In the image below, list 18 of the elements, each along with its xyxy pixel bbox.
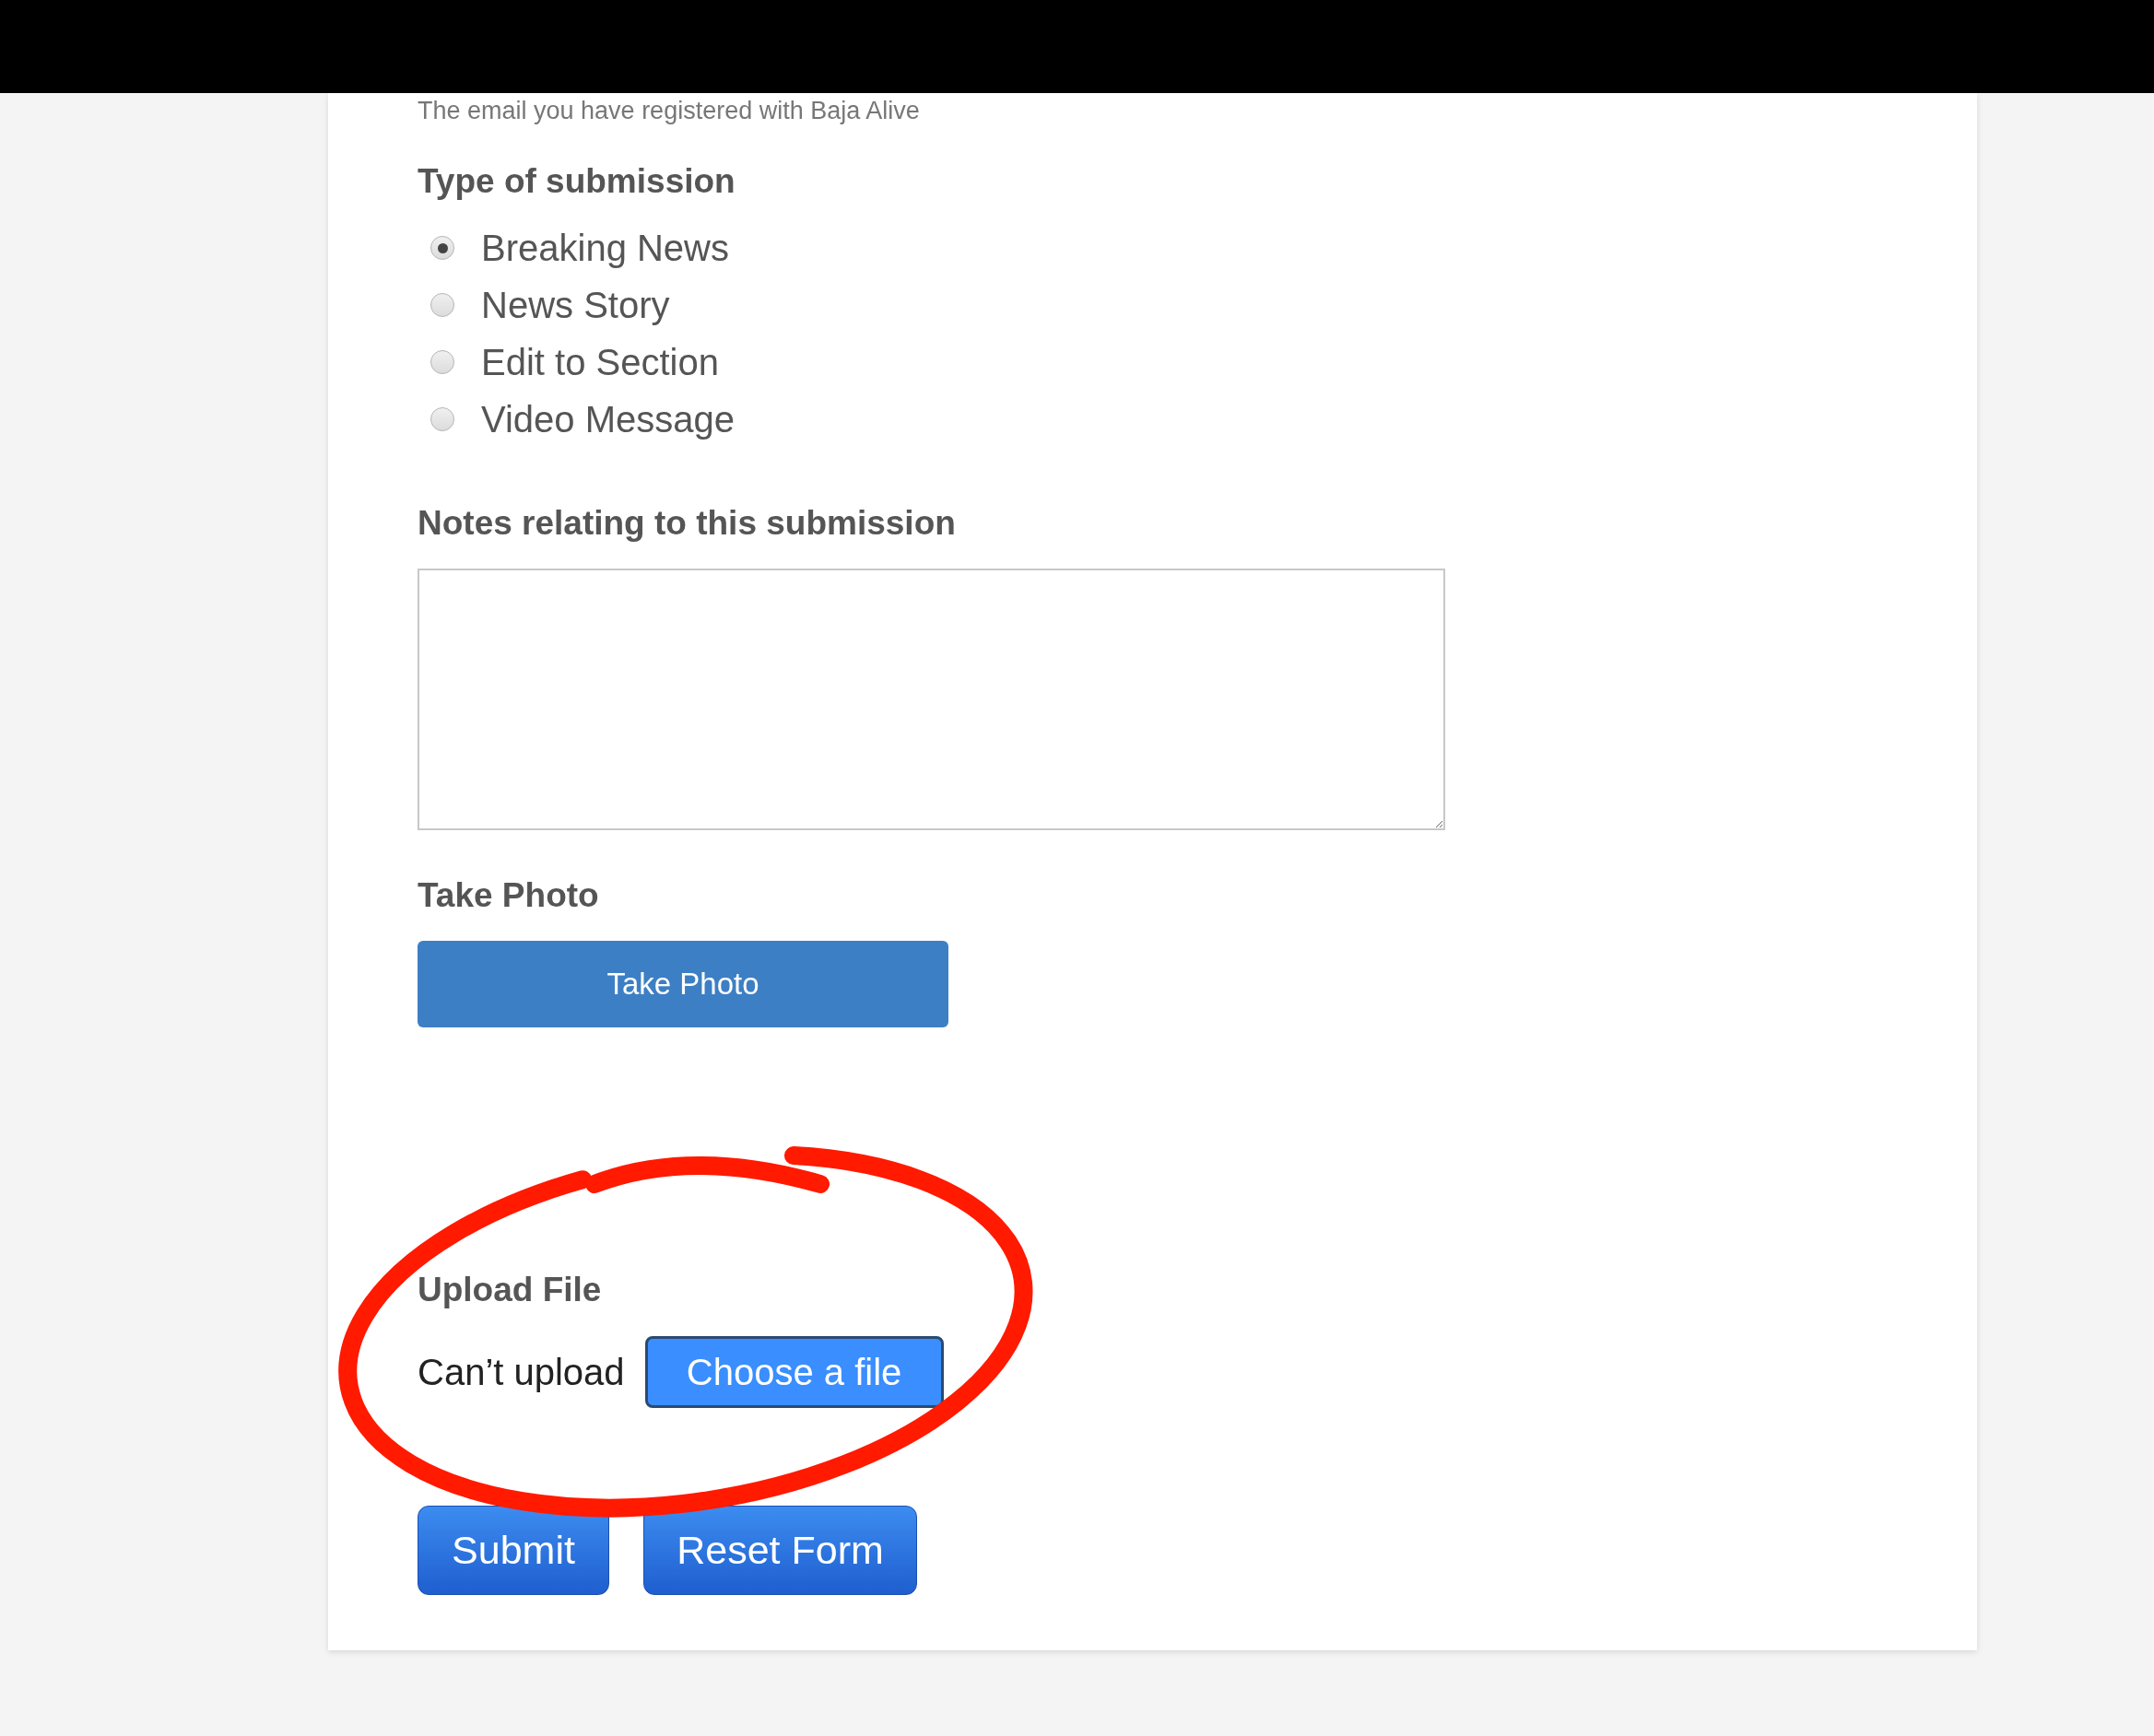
- radio-label[interactable]: Edit to Section: [481, 341, 719, 383]
- radio-button[interactable]: [430, 350, 454, 374]
- radio-button[interactable]: [430, 293, 454, 317]
- section-heading: Upload File: [418, 1270, 602, 1310]
- radio-button[interactable]: [430, 236, 454, 260]
- section-heading: Notes relating to this submission: [418, 503, 956, 544]
- upload-status-text: Can’t upload: [418, 1351, 625, 1393]
- radio-label[interactable]: News Story: [481, 284, 670, 326]
- helper-text: The email you have registered with Baja Alive: [418, 96, 920, 126]
- radio-label[interactable]: Breaking News: [481, 227, 729, 269]
- notes-field[interactable]: [418, 569, 1445, 830]
- reset-button[interactable]: Reset Form: [643, 1506, 917, 1595]
- radio-button[interactable]: [430, 407, 454, 431]
- take-photo-button[interactable]: Take Photo: [418, 941, 948, 1027]
- submit-button[interactable]: Submit: [418, 1506, 609, 1595]
- section-heading: Type of submission: [418, 161, 736, 202]
- radio-label[interactable]: Video Message: [481, 398, 735, 440]
- section-heading: Take Photo: [418, 875, 599, 916]
